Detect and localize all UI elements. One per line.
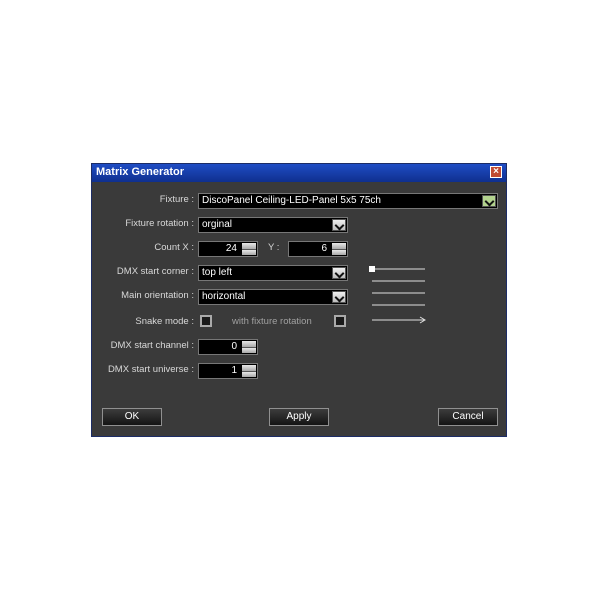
- fixture-rotation-select[interactable]: orginal: [198, 217, 348, 233]
- cancel-button[interactable]: Cancel: [438, 408, 498, 426]
- with-fixture-rotation-checkbox[interactable]: [334, 315, 346, 327]
- decrement-icon[interactable]: [332, 249, 346, 255]
- ok-button[interactable]: OK: [102, 408, 162, 426]
- chevron-down-icon[interactable]: [482, 195, 496, 207]
- y-label: Y :: [268, 242, 280, 253]
- fixture-select[interactable]: DiscoPanel Ceiling-LED-Panel 5x5 75ch: [198, 193, 498, 209]
- decrement-icon[interactable]: [242, 371, 256, 377]
- dmx-start-channel-label: DMX start channel :: [110, 340, 194, 351]
- chevron-down-icon[interactable]: [332, 267, 346, 279]
- main-orientation-value: horizontal: [202, 291, 246, 302]
- snake-mode-label: Snake mode :: [135, 316, 194, 327]
- dmx-start-universe-label: DMX start universe :: [107, 364, 194, 375]
- matrix-generator-dialog: Matrix Generator × Fixture : DiscoPanel …: [91, 163, 507, 437]
- dmx-start-channel-value: 0: [231, 341, 237, 352]
- dmx-start-corner-value: top left: [202, 267, 233, 278]
- with-fixture-rotation-label: with fixture rotation: [232, 316, 312, 327]
- main-orientation-select[interactable]: horizontal: [198, 289, 348, 305]
- count-x-label: Count X :: [154, 242, 194, 253]
- fixture-value: DiscoPanel Ceiling-LED-Panel 5x5 75ch: [202, 195, 381, 206]
- dmx-start-universe-stepper[interactable]: 1: [198, 363, 258, 379]
- chevron-down-icon[interactable]: [332, 219, 346, 231]
- close-icon[interactable]: ×: [490, 166, 502, 178]
- matrix-orientation-preview: [369, 266, 426, 324]
- dmx-start-universe-value: 1: [231, 365, 237, 376]
- fixture-rotation-label: Fixture rotation :: [125, 218, 194, 229]
- dialog-title: Matrix Generator: [96, 166, 185, 178]
- decrement-icon[interactable]: [242, 347, 256, 353]
- chevron-down-icon[interactable]: [332, 291, 346, 303]
- start-marker: [369, 266, 375, 272]
- count-y-stepper[interactable]: 6: [288, 241, 348, 257]
- count-x-stepper[interactable]: 24: [198, 241, 258, 257]
- fixture-rotation-value: orginal: [202, 219, 233, 230]
- snake-mode-checkbox[interactable]: [200, 315, 212, 327]
- fixture-label: Fixture :: [159, 194, 194, 205]
- dmx-start-corner-label: DMX start corner :: [116, 266, 194, 277]
- dmx-start-channel-stepper[interactable]: 0: [198, 339, 258, 355]
- dmx-start-corner-select[interactable]: top left: [198, 265, 348, 281]
- decrement-icon[interactable]: [242, 249, 256, 255]
- main-orientation-label: Main orientation :: [121, 290, 194, 301]
- count-y-value: 6: [321, 243, 327, 254]
- count-x-value: 24: [225, 243, 237, 254]
- apply-button[interactable]: Apply: [269, 408, 329, 426]
- title-bar[interactable]: Matrix Generator ×: [92, 164, 506, 182]
